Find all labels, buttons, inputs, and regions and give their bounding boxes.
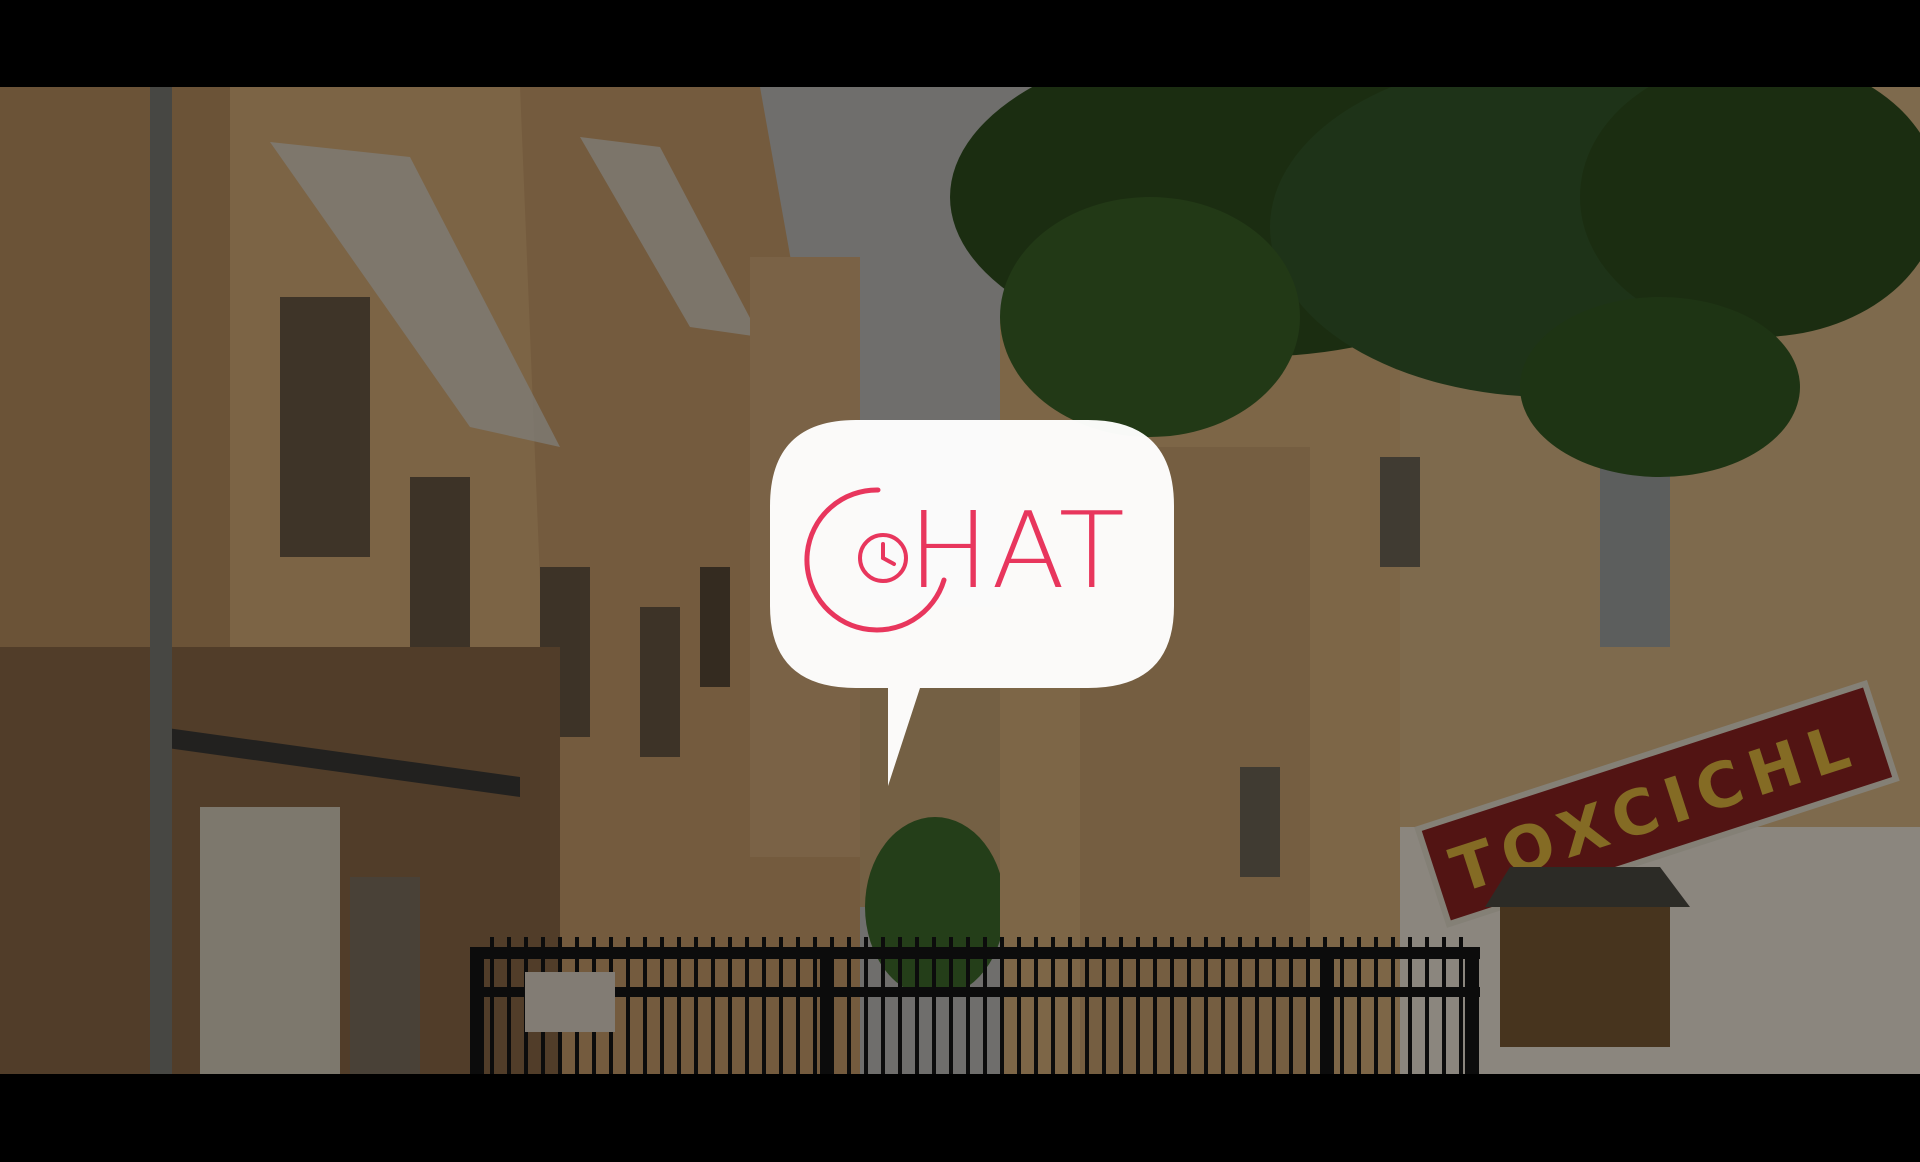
gate-bar: [1459, 937, 1463, 1074]
gate-bar: [1238, 937, 1242, 1074]
gate-bar: [1408, 937, 1412, 1074]
clock-icon: [858, 533, 908, 583]
gate-notice: [525, 972, 615, 1032]
gate-bar: [660, 937, 664, 1074]
gate-bar: [949, 937, 953, 1074]
letterbox-bottom: [0, 1074, 1920, 1162]
gate-bar: [626, 937, 630, 1074]
gate-bar: [1204, 937, 1208, 1074]
gate-bar: [830, 937, 834, 1074]
gate-bar: [1442, 937, 1446, 1074]
gate-bar: [728, 937, 732, 1074]
gate-bar: [1119, 937, 1123, 1074]
gate-bar: [1000, 937, 1004, 1074]
gate-bar: [1153, 937, 1157, 1074]
gate-bar: [1374, 937, 1378, 1074]
gate-bar: [1221, 937, 1225, 1074]
gate-bar: [1068, 937, 1072, 1074]
gate-bar: [1187, 937, 1191, 1074]
gate-bar: [1034, 937, 1038, 1074]
gate-bar: [796, 937, 800, 1074]
logo-word: HAT: [908, 490, 1127, 613]
gate-bar: [898, 937, 902, 1074]
gate-bar: [932, 937, 936, 1074]
gate-bar: [490, 937, 494, 1074]
gate-bar: [677, 937, 681, 1074]
gate-bar: [643, 937, 647, 1074]
gate-bar: [1170, 937, 1174, 1074]
gate-bar: [779, 937, 783, 1074]
letterbox-top: [0, 0, 1920, 87]
gate-bar: [1272, 937, 1276, 1074]
gate-bar: [1391, 937, 1395, 1074]
gate-bar: [694, 937, 698, 1074]
gate-bar: [762, 937, 766, 1074]
gate-bar: [1017, 937, 1021, 1074]
gate-bar: [1425, 937, 1429, 1074]
gate-bar: [966, 937, 970, 1074]
gate-bar: [1085, 937, 1089, 1074]
gate-bar: [915, 937, 919, 1074]
gate-bar: [1340, 937, 1344, 1074]
gate-bar: [1051, 937, 1055, 1074]
gate-bar: [1357, 937, 1361, 1074]
gate-bar: [711, 937, 715, 1074]
gate-bar: [745, 937, 749, 1074]
gate-bar: [864, 937, 868, 1074]
gate-bar: [813, 937, 817, 1074]
gate-bar: [507, 937, 511, 1074]
gate-bar: [1323, 937, 1327, 1074]
gate-bar: [1289, 937, 1293, 1074]
gate-bar: [847, 937, 851, 1074]
gate-bar: [983, 937, 987, 1074]
gate-bar: [1306, 937, 1310, 1074]
gate-bar: [1255, 937, 1259, 1074]
gate-bar: [881, 937, 885, 1074]
gate-bar: [1136, 937, 1140, 1074]
gate-bar: [1102, 937, 1106, 1074]
